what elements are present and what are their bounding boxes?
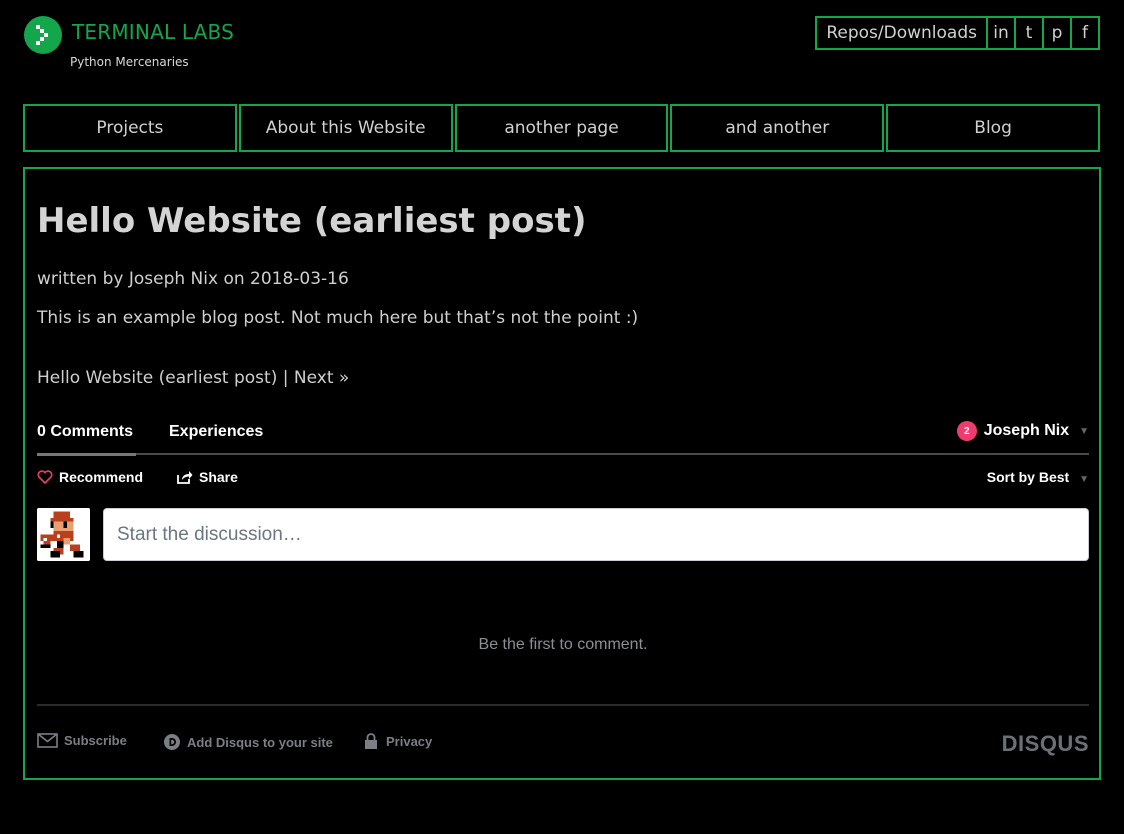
top-links: Repos/Downloads in t p f	[815, 16, 1100, 50]
nav-blog[interactable]: Blog	[886, 104, 1100, 152]
user-name: Joseph Nix	[983, 422, 1070, 439]
site-logo[interactable]: TERMINAL LABS	[24, 16, 234, 54]
caret-down-icon: ▼	[1079, 425, 1089, 437]
linkedin-link[interactable]: in	[986, 18, 1014, 48]
recommend-label: Recommend	[59, 469, 144, 485]
add-disqus-link[interactable]: Add Disqus to your site	[163, 733, 333, 751]
content-panel: Hello Website (earliest post) written by…	[23, 167, 1101, 780]
mail-icon	[37, 733, 58, 748]
tab-comments[interactable]: 0 Comments	[37, 423, 133, 441]
share-label: Share	[199, 469, 238, 485]
post-pager: Hello Website (earliest post) | Next »	[37, 368, 349, 388]
nav-about[interactable]: About this Website	[238, 104, 453, 152]
comments-tabs: 0 Comments Experiences 2 Joseph Nix ▼	[37, 409, 1089, 456]
lock-icon	[365, 733, 377, 749]
terminal-logo-icon	[24, 16, 62, 54]
active-tab-indicator	[37, 453, 136, 456]
subscribe-label: Subscribe	[64, 733, 127, 748]
tab-experiences[interactable]: Experiences	[169, 423, 263, 441]
add-disqus-label: Add Disqus to your site	[187, 734, 333, 750]
footer-divider	[37, 704, 1089, 706]
nav-and-another[interactable]: and another	[670, 104, 885, 152]
disqus-thread: 0 Comments Experiences 2 Joseph Nix ▼ Re…	[37, 409, 1089, 764]
caret-down-icon: ▼	[1079, 474, 1089, 485]
notification-badge: 2	[956, 421, 977, 441]
thread-actions: Recommend Share Sort by Best ▼	[37, 469, 1089, 489]
nav-another-page[interactable]: another page	[454, 104, 669, 152]
post-byline: written by Joseph Nix on 2018-03-16	[37, 269, 349, 289]
privacy-link[interactable]: Privacy	[364, 733, 432, 750]
subscribe-link[interactable]: Subscribe	[37, 733, 127, 748]
main-nav: Projects About this Website another page…	[23, 104, 1100, 152]
share-button[interactable]: Share	[177, 469, 238, 485]
share-icon	[177, 471, 193, 484]
post-body: This is an example blog post. Not much h…	[37, 308, 639, 328]
recommend-button[interactable]: Recommend	[37, 469, 143, 485]
empty-state-text: Be the first to comment.	[478, 636, 648, 653]
nav-projects[interactable]: Projects	[23, 104, 237, 152]
sort-dropdown[interactable]: Sort by Best ▼	[987, 469, 1089, 485]
disqus-logo[interactable]: DISQUS	[1002, 731, 1089, 757]
privacy-label: Privacy	[386, 734, 433, 749]
pager-current: Hello Website (earliest post) |	[37, 368, 294, 388]
site-title: TERMINAL LABS	[72, 20, 234, 44]
disqus-d-icon	[164, 734, 180, 750]
pager-next-link[interactable]: Next »	[294, 368, 349, 388]
avatar[interactable]	[37, 508, 90, 561]
raccoon-mario-avatar-icon	[37, 508, 90, 561]
pinterest-link[interactable]: p	[1042, 18, 1070, 48]
heart-icon	[37, 470, 53, 484]
user-menu[interactable]: 2 Joseph Nix ▼	[956, 421, 1089, 441]
facebook-link[interactable]: f	[1070, 18, 1098, 48]
sort-label: Sort by Best	[986, 469, 1070, 485]
comment-input[interactable]: Start the discussion…	[103, 508, 1089, 561]
post-title: Hello Website (earliest post)	[37, 201, 587, 241]
site-tagline: Python Mercenaries	[70, 55, 189, 69]
twitter-link[interactable]: t	[1014, 18, 1042, 48]
repos-downloads-link[interactable]: Repos/Downloads	[817, 18, 986, 48]
